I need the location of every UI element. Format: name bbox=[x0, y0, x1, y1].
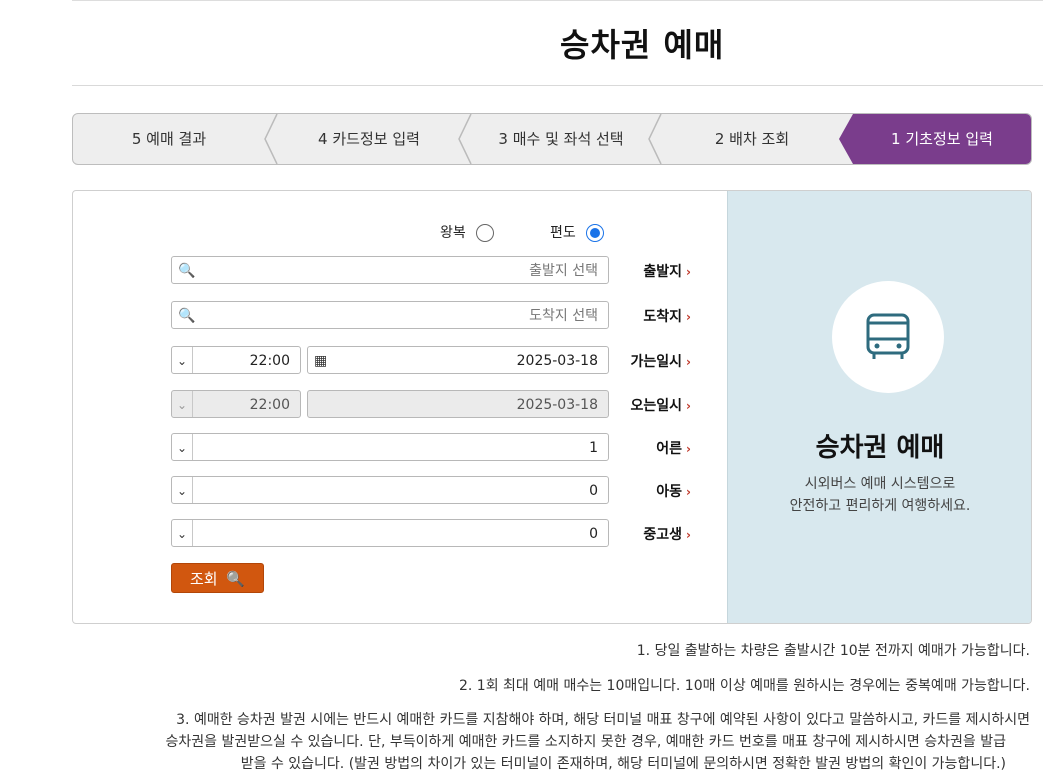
chevron-down-icon: ⌄ bbox=[172, 391, 193, 417]
return-time-select[interactable]: ⌄ 22:00 bbox=[171, 390, 301, 418]
step-4[interactable]: 4 카드정보 입력 bbox=[279, 114, 459, 164]
page-title: 승차권 예매 bbox=[560, 26, 725, 64]
notice-item: 승차권을 발권받으실 수 있습니다. 단, 부득이하게 예매한 카드를 소지하지… bbox=[165, 734, 1007, 750]
search-button[interactable]: 조회 🔍 bbox=[171, 563, 264, 593]
arrival-input[interactable]: 🔍 도착지 선택 bbox=[171, 301, 609, 329]
roundtrip-label: 왕복 bbox=[440, 225, 466, 241]
arrival-label: 도착지 › bbox=[643, 309, 691, 325]
calendar-icon: ▦ bbox=[314, 353, 328, 369]
search-icon: 🔍 bbox=[178, 308, 196, 324]
bus-icon bbox=[866, 313, 910, 359]
return-date-input[interactable]: 2025-03-18 bbox=[307, 390, 609, 418]
go-time-select[interactable]: ⌄ 22:00 bbox=[171, 346, 301, 374]
oneway-radio[interactable] bbox=[586, 224, 604, 242]
child-label: 아동 › bbox=[656, 484, 691, 500]
step-divider-icon bbox=[264, 114, 278, 164]
notice-item: 1. 당일 출발하는 차량은 출발시간 10분 전까지 예매가 가능합니다. bbox=[636, 643, 1030, 659]
chevron-down-icon: ⌄ bbox=[172, 477, 193, 503]
chevron-down-icon: ⌄ bbox=[172, 347, 193, 373]
step-1[interactable]: 1 기초정보 입력 bbox=[853, 114, 1031, 164]
adult-count-select[interactable]: ⌄ 1 bbox=[171, 433, 609, 461]
chevron-down-icon: ⌄ bbox=[172, 434, 193, 460]
notice-item: 2. 1회 최대 예매 매수는 10매입니다. 10매 이상 예매를 원하시는 … bbox=[459, 678, 1030, 694]
icon-circle bbox=[832, 281, 944, 393]
step-divider-icon bbox=[648, 114, 662, 164]
sidebar-desc-line1: 시외버스 예매 시스템으로 bbox=[804, 476, 956, 492]
go-date-input[interactable]: ▦ 2025-03-18 bbox=[307, 346, 609, 374]
sidebar-title: 승차권 예매 bbox=[815, 433, 945, 463]
return-date-label: 오는일시 › bbox=[630, 398, 691, 414]
title-divider bbox=[72, 85, 1043, 86]
departure-label: 출발지 › bbox=[643, 264, 691, 280]
roundtrip-radio[interactable] bbox=[476, 224, 494, 242]
chevron-down-icon: ⌄ bbox=[172, 520, 193, 546]
student-label: 중고생 › bbox=[643, 527, 691, 543]
oneway-label: 편도 bbox=[550, 225, 576, 241]
step-5[interactable]: 5 예매 결과 bbox=[73, 114, 265, 164]
notice-item: 받을 수 있습니다. (발권 방법의 차이가 있는 터미널이 존재하며, 해당 … bbox=[240, 756, 1006, 772]
adult-label: 어른 › bbox=[656, 441, 691, 457]
notice-item: 3. 예매한 승차권 발권 시에는 반드시 예매한 카드를 지참해야 하며, 해… bbox=[176, 712, 1030, 728]
step-3[interactable]: 3 매수 및 좌석 선택 bbox=[473, 114, 649, 164]
student-count-select[interactable]: ⌄ 0 bbox=[171, 519, 609, 547]
departure-input[interactable]: 🔍 출발지 선택 bbox=[171, 256, 609, 284]
go-date-label: 가는일시 › bbox=[630, 354, 691, 370]
sidebar-desc-line2: 안전하고 편리하게 여행하세요. bbox=[789, 498, 971, 514]
sidebar-description: 시외버스 예매 시스템으로 안전하고 편리하게 여행하세요. bbox=[728, 473, 1031, 517]
info-sidebar: 승차권 예매 시외버스 예매 시스템으로 안전하고 편리하게 여행하세요. bbox=[727, 191, 1031, 623]
search-icon: 🔍 bbox=[178, 263, 196, 279]
booking-panel: 승차권 예매 시외버스 예매 시스템으로 안전하고 편리하게 여행하세요. 편도… bbox=[72, 190, 1032, 624]
top-border bbox=[72, 0, 1043, 1]
search-icon: 🔍 bbox=[226, 570, 246, 588]
trip-type-group: 편도 왕복 bbox=[438, 224, 608, 244]
step-divider-icon bbox=[458, 114, 472, 164]
step-2[interactable]: 2 배차 조회 bbox=[663, 114, 841, 164]
step-indicator: 5 예매 결과 4 카드정보 입력 3 매수 및 좌석 선택 2 배차 조회 1… bbox=[72, 113, 1032, 165]
child-count-select[interactable]: ⌄ 0 bbox=[171, 476, 609, 504]
